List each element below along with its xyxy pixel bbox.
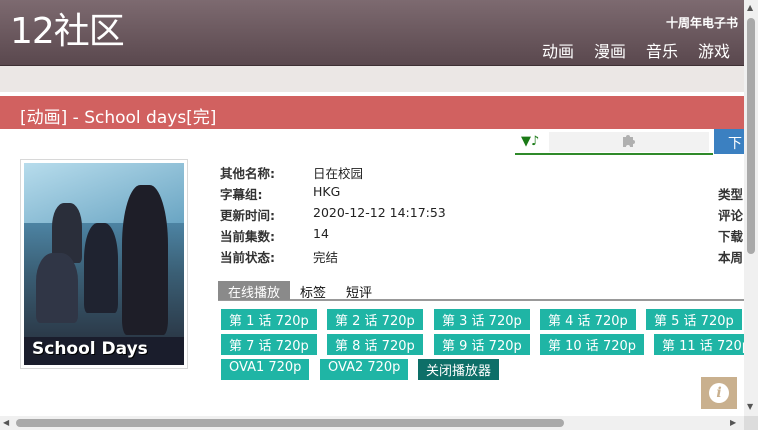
sub-bar xyxy=(0,66,744,92)
info-float-button[interactable]: i xyxy=(701,377,737,409)
content-tabs: 在线播放 标签 短评 xyxy=(218,281,744,301)
episode-button[interactable]: OVA1 720p xyxy=(221,359,310,380)
vertical-scroll-thumb[interactable] xyxy=(747,18,755,254)
page-title-bar: [动画] - School days[完] xyxy=(0,96,744,129)
cover-figure xyxy=(84,223,118,313)
right-label-type: 类型 xyxy=(718,187,744,202)
episode-button[interactable]: 第 4 话 720p xyxy=(540,309,636,330)
main-nav: 动画 漫画 音乐 游戏 xyxy=(542,38,730,62)
cover-title: School Days xyxy=(32,339,148,359)
music-icon[interactable]: ▼♪ xyxy=(521,134,539,149)
episode-button[interactable]: 第 3 话 720p xyxy=(434,309,530,330)
episode-button[interactable]: 第 11 话 720p xyxy=(654,334,744,355)
horizontal-scrollbar[interactable]: ◀ ▶ xyxy=(0,416,744,430)
info-row: 其他名称: 日在校园 xyxy=(220,163,446,184)
info-label: 当前状态: xyxy=(220,250,275,265)
vertical-scrollbar[interactable]: ▲ ▼ xyxy=(744,0,758,416)
nav-item-manga[interactable]: 漫画 xyxy=(594,38,626,62)
scroll-up-arrow-icon[interactable]: ▲ xyxy=(747,3,753,12)
horizontal-scroll-thumb[interactable] xyxy=(16,419,564,427)
episode-button[interactable]: 第 9 话 720p xyxy=(434,334,530,355)
download-button[interactable]: 下 xyxy=(714,129,744,154)
scroll-down-arrow-icon[interactable]: ▼ xyxy=(747,402,753,411)
nav-item-games[interactable]: 游戏 xyxy=(698,38,730,62)
info-value: 完结 xyxy=(313,250,339,265)
info-icon: i xyxy=(709,383,729,403)
page-title: [动画] - School days[完] xyxy=(20,108,217,128)
right-label-download[interactable]: 下载 xyxy=(718,226,744,247)
cover-figure xyxy=(36,253,78,323)
scrollbar-corner xyxy=(744,416,758,430)
close-player-button[interactable]: 关闭播放器 xyxy=(418,359,500,380)
site-logo[interactable]: 12社区 xyxy=(10,14,125,50)
episode-button[interactable]: 第 5 话 720p xyxy=(646,309,742,330)
episode-button[interactable]: 第 1 话 720p xyxy=(221,309,317,330)
scroll-left-arrow-icon[interactable]: ◀ xyxy=(3,418,9,427)
ebook-link[interactable]: 十周年电子书 xyxy=(666,14,738,31)
info-row: 字幕组: HKG xyxy=(220,184,446,205)
player-tools: ▼♪ xyxy=(515,131,713,155)
info-row: 当前集数: 14 xyxy=(220,226,446,247)
episode-list: 第 1 话 720p 第 2 话 720p 第 3 话 720p 第 4 话 7… xyxy=(221,309,744,383)
info-value: 日在校园 xyxy=(313,166,364,181)
episode-button[interactable]: 第 7 话 720p xyxy=(221,334,317,355)
info-value: 2020-12-12 14:17:53 xyxy=(313,205,446,220)
right-column: 类型 评论 下载 本周 xyxy=(718,184,744,268)
right-label-weekly: 本周 xyxy=(718,250,744,265)
nav-item-anime[interactable]: 动画 xyxy=(542,38,574,62)
info-label: 更新时间: xyxy=(220,208,275,223)
tab-tags[interactable]: 标签 xyxy=(290,281,336,301)
site-header: 12社区 十周年电子书 动画 漫画 音乐 游戏 xyxy=(0,0,744,66)
plugin-box[interactable] xyxy=(549,132,709,152)
info-row: 更新时间: 2020-12-12 14:17:53 xyxy=(220,205,446,226)
episode-button[interactable]: 第 8 话 720p xyxy=(327,334,423,355)
tab-short-reviews[interactable]: 短评 xyxy=(336,281,382,301)
info-label: 字幕组: xyxy=(220,187,263,202)
scroll-right-arrow-icon[interactable]: ▶ xyxy=(730,418,736,427)
right-label-comments[interactable]: 评论 xyxy=(718,205,744,226)
tab-online-play[interactable]: 在线播放 xyxy=(218,281,291,301)
info-table: 其他名称: 日在校园 字幕组: HKG 更新时间: 2020-12-12 14:… xyxy=(220,163,446,268)
info-value: HKG xyxy=(313,184,341,199)
cover-image: School Days xyxy=(20,159,188,369)
info-label: 当前集数: xyxy=(220,229,275,244)
info-row: 当前状态: 完结 xyxy=(220,247,446,268)
info-value: 14 xyxy=(313,226,329,241)
episode-button[interactable]: 第 2 话 720p xyxy=(327,309,423,330)
info-label: 其他名称: xyxy=(220,166,275,181)
puzzle-icon xyxy=(621,132,637,152)
nav-item-music[interactable]: 音乐 xyxy=(646,38,678,62)
cover-figure xyxy=(122,185,168,335)
episode-button[interactable]: 第 10 话 720p xyxy=(540,334,645,355)
cover-art: School Days xyxy=(24,163,184,365)
episode-button[interactable]: OVA2 720p xyxy=(320,359,409,380)
